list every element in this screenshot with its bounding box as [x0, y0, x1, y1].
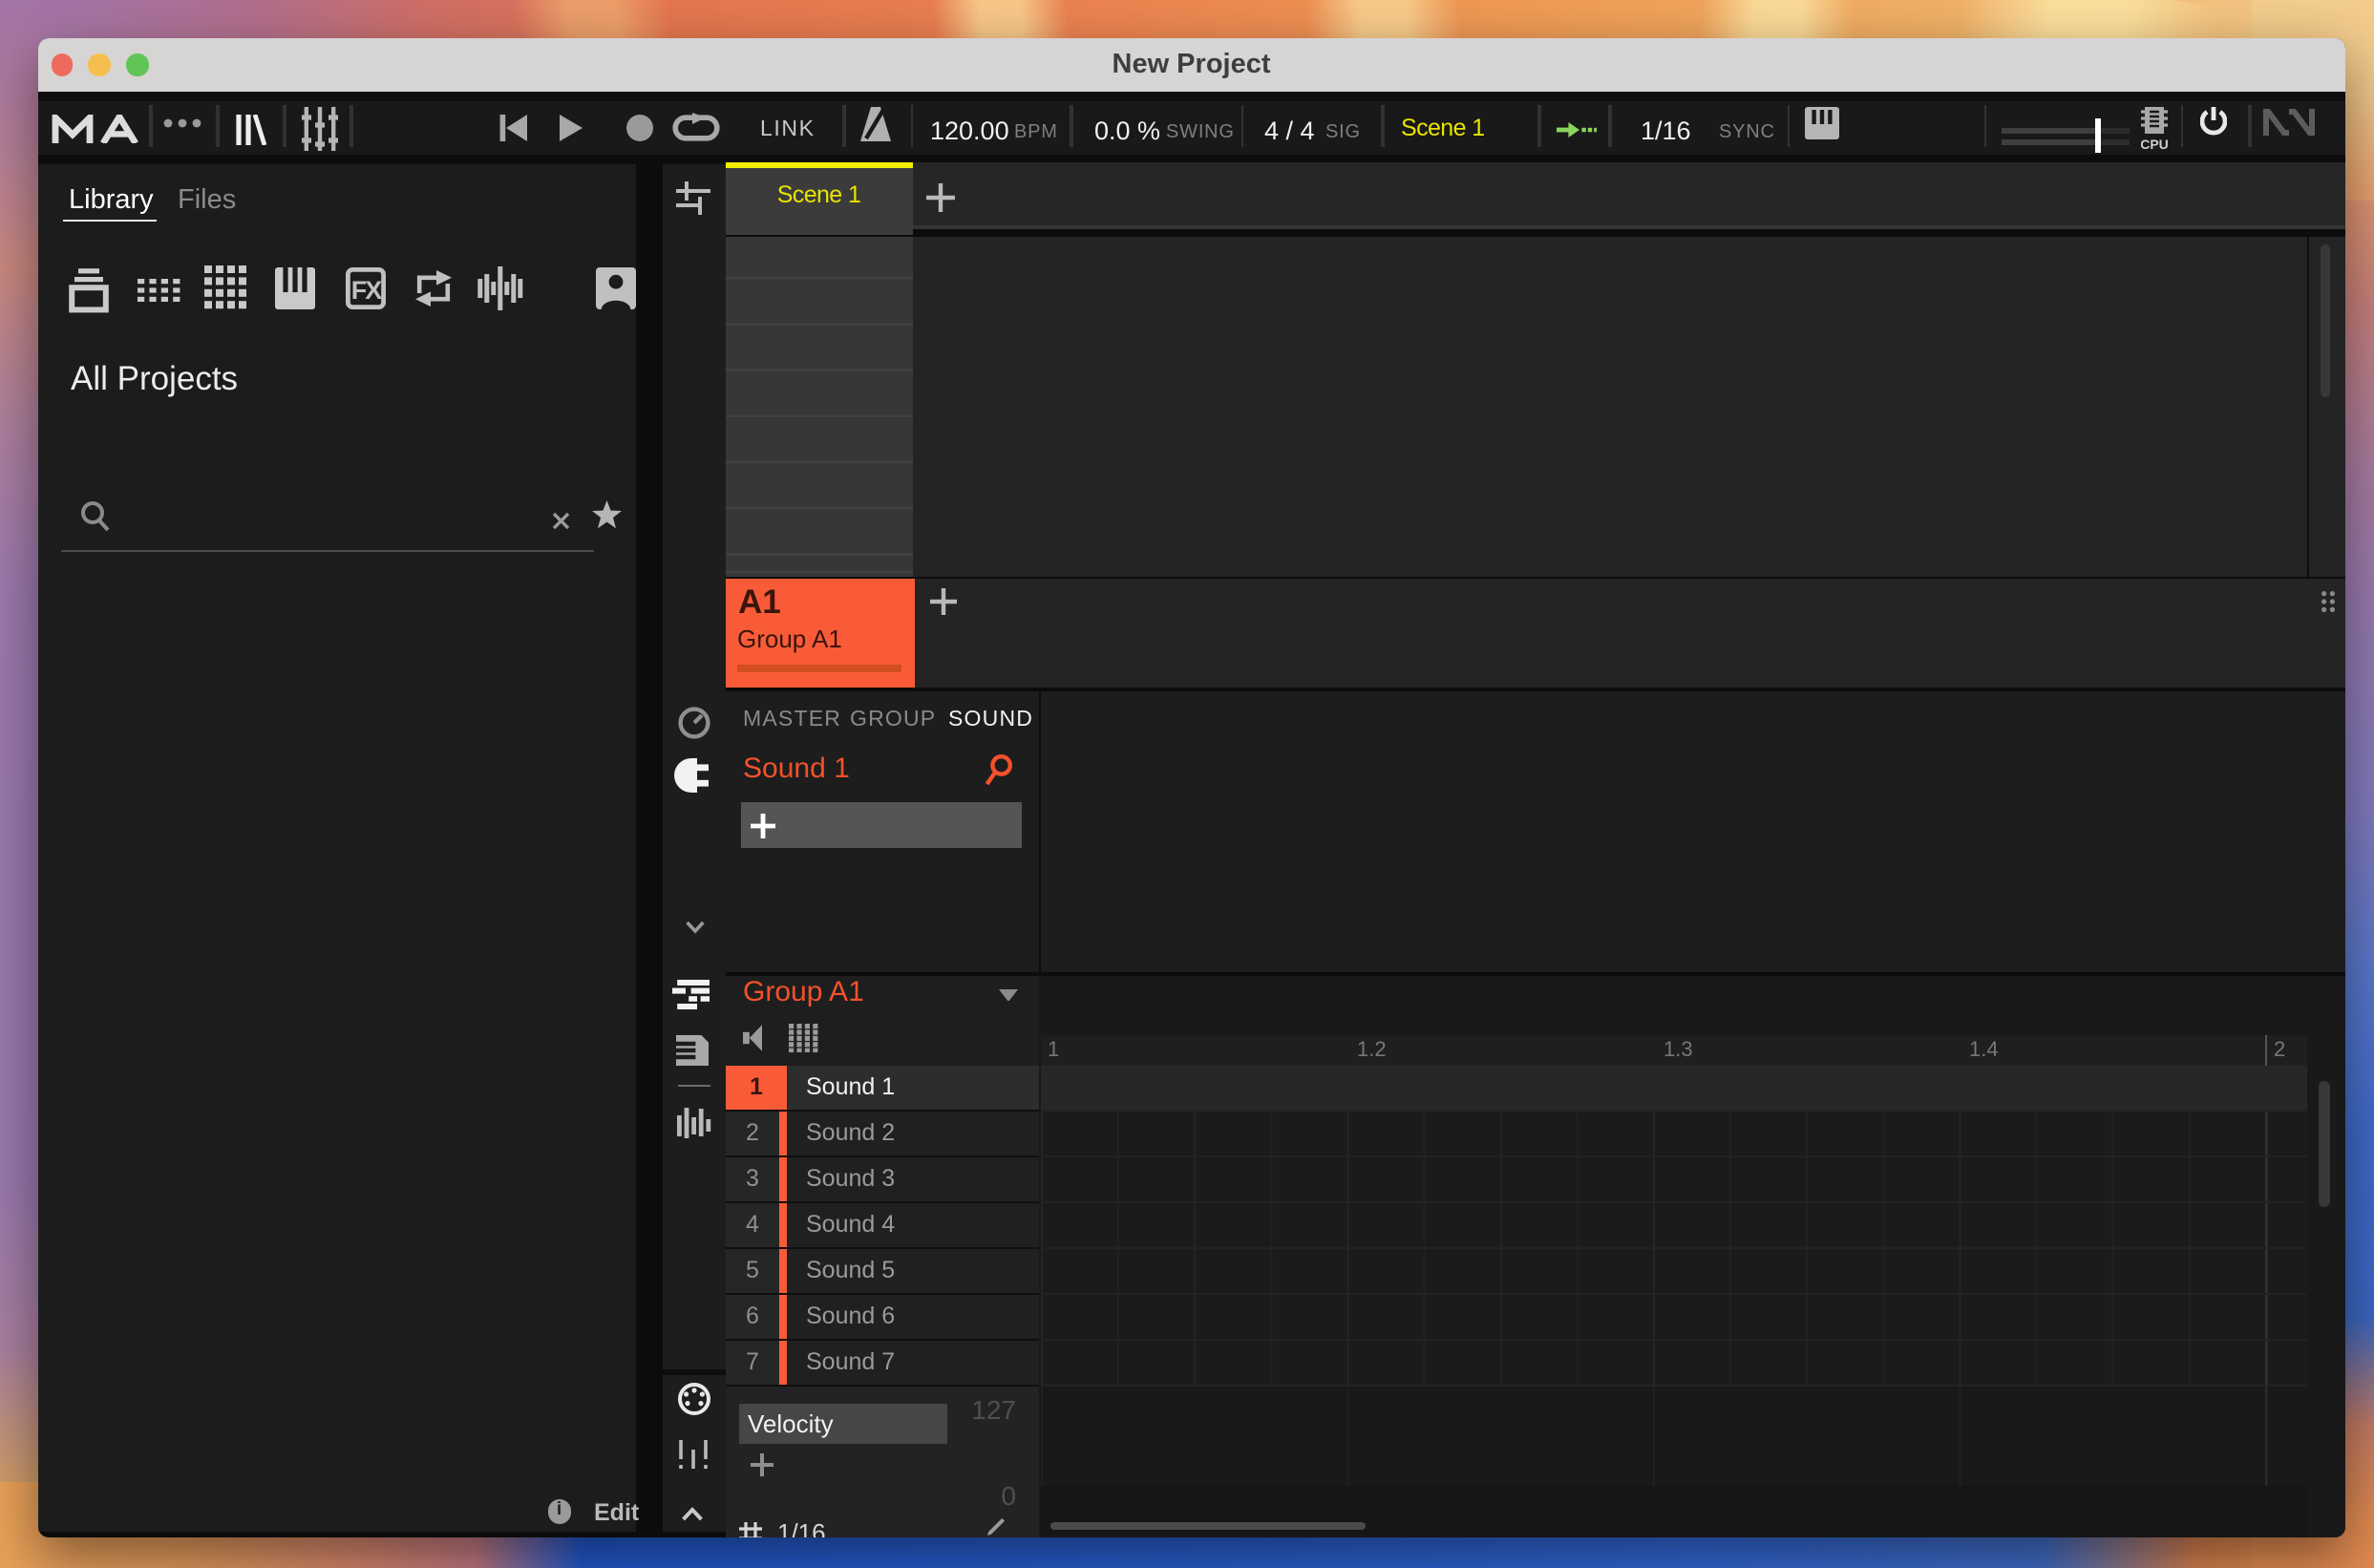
svg-text:FX: FX: [351, 276, 382, 305]
svg-text:CPU: CPU: [2141, 137, 2168, 151]
